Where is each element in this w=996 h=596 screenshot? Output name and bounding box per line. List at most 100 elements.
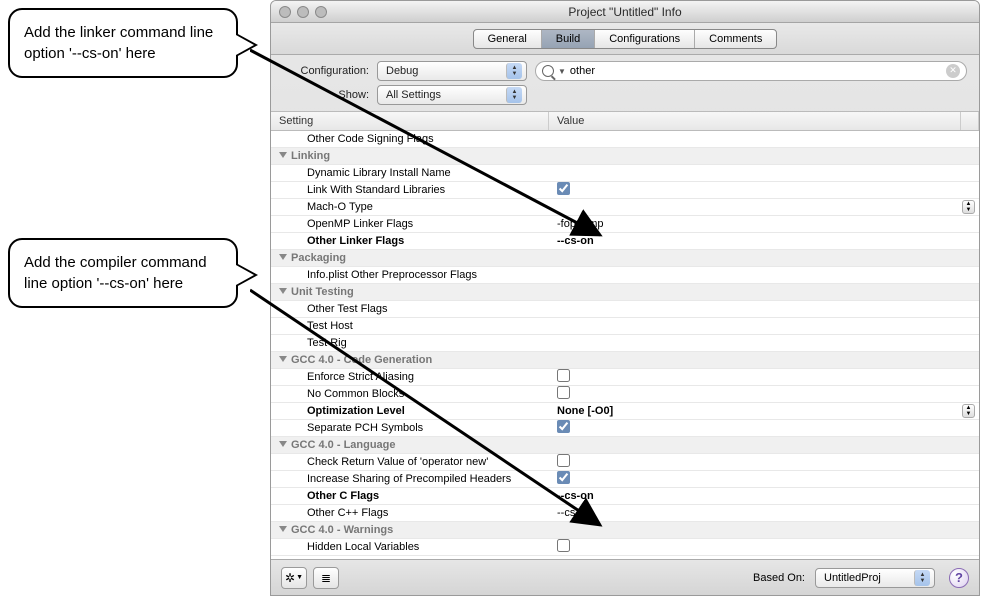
setting-row[interactable]: Other C++ Flags--cs-on [271,505,979,522]
disclosure-triangle-icon[interactable] [279,254,287,260]
setting-checkbox[interactable] [557,471,570,484]
setting-value[interactable]: --cs-on [549,233,979,249]
tab-general[interactable]: General [474,30,542,48]
setting-value[interactable] [549,165,979,181]
setting-row[interactable]: OpenMP Linker Flags-fopenmp [271,216,979,233]
zoom-icon[interactable] [315,6,327,18]
action-menu-button[interactable]: ✲▼ [281,567,307,589]
disclosure-triangle-icon[interactable] [279,152,287,158]
group-header[interactable]: Unit Testing [271,284,979,301]
setting-row[interactable]: Other C Flags--cs-on [271,488,979,505]
search-input[interactable] [570,65,942,77]
group-header-label: GCC 4.0 - Warnings [271,522,549,538]
setting-row[interactable]: Info.plist Other Preprocessor Flags [271,267,979,284]
setting-name: Test Rig [271,335,549,351]
outline-view-button[interactable]: ≣ [313,567,339,589]
setting-value[interactable] [549,267,979,283]
disclosure-triangle-icon[interactable] [279,288,287,294]
group-header-label: GCC 4.0 - Code Generation [271,352,549,368]
window-controls[interactable] [279,6,327,18]
window-title: Project "Untitled" Info [271,5,979,19]
setting-checkbox[interactable] [557,539,570,552]
group-header[interactable]: GCC 4.0 - Warnings [271,522,979,539]
setting-row[interactable]: Other Code Signing Flags [271,131,979,148]
setting-value[interactable] [549,539,979,555]
value-stepper[interactable]: ▲▼ [962,404,975,418]
show-label: Show: [283,89,369,101]
setting-value[interactable] [549,318,979,334]
setting-row[interactable]: Optimization LevelNone [-O0]▲▼ [271,403,979,420]
column-setting[interactable]: Setting [271,112,549,130]
column-scroll-gutter [961,112,979,130]
setting-name: Optimization Level [271,403,549,419]
tab-configurations[interactable]: Configurations [595,30,695,48]
setting-value[interactable] [549,386,979,402]
setting-value[interactable]: ▲▼ [549,199,979,215]
value-stepper[interactable]: ▲▼ [962,200,975,214]
project-info-window: Project "Untitled" Info General Build Co… [270,0,980,596]
setting-checkbox[interactable] [557,454,570,467]
setting-value[interactable]: -fopenmp [549,216,979,232]
setting-value[interactable] [549,131,979,147]
segmented-tabs[interactable]: General Build Configurations Comments [473,29,778,49]
based-on-select[interactable]: UntitledProj ▲▼ [815,568,935,588]
setting-value[interactable] [549,420,979,436]
clear-search-icon[interactable]: ✕ [946,64,960,78]
setting-value[interactable] [549,335,979,351]
search-dropdown-icon[interactable]: ▼ [558,67,566,76]
table-header: Setting Value [271,111,979,131]
disclosure-triangle-icon[interactable] [279,356,287,362]
setting-value[interactable]: --cs-on [549,488,979,504]
show-value: All Settings [386,89,441,101]
list-icon: ≣ [321,571,331,585]
setting-row[interactable]: Dynamic Library Install Name [271,165,979,182]
setting-name: Enforce Strict Aliasing [271,369,549,385]
setting-row[interactable]: Mach-O Type▲▼ [271,199,979,216]
minimize-icon[interactable] [297,6,309,18]
tab-build[interactable]: Build [542,30,595,48]
search-field[interactable]: ▼ ✕ [535,61,967,81]
setting-row[interactable]: Other Test Flags [271,301,979,318]
callout-linker: Add the linker command line option '--cs… [8,8,238,78]
setting-value[interactable] [549,454,979,470]
setting-value[interactable] [549,301,979,317]
setting-row[interactable]: Test Host [271,318,979,335]
tab-comments[interactable]: Comments [695,30,776,48]
callout-linker-text: Add the linker command line option '--cs… [24,24,213,62]
group-header[interactable]: GCC 4.0 - Code Generation [271,352,979,369]
setting-row[interactable]: Increase Sharing of Precompiled Headers [271,471,979,488]
setting-row[interactable]: Separate PCH Symbols [271,420,979,437]
show-select[interactable]: All Settings ▲▼ [377,85,527,105]
close-icon[interactable] [279,6,291,18]
setting-value[interactable] [549,471,979,487]
setting-row[interactable]: Link With Standard Libraries [271,182,979,199]
setting-row[interactable]: Test Rig [271,335,979,352]
setting-row[interactable]: Check Return Value of 'operator new' [271,454,979,471]
group-header[interactable]: GCC 4.0 - Language [271,437,979,454]
setting-row[interactable]: No Common Blocks [271,386,979,403]
settings-table[interactable]: Other Code Signing FlagsLinkingDynamic L… [271,131,979,561]
setting-value[interactable]: --cs-on [549,505,979,521]
titlebar[interactable]: Project "Untitled" Info [271,1,979,23]
setting-checkbox[interactable] [557,182,570,195]
disclosure-triangle-icon[interactable] [279,526,287,532]
setting-value[interactable] [549,369,979,385]
footer: ✲▼ ≣ Based On: UntitledProj ▲▼ ? [271,559,979,595]
configuration-select[interactable]: Debug ▲▼ [377,61,527,81]
disclosure-triangle-icon[interactable] [279,441,287,447]
setting-name: Dynamic Library Install Name [271,165,549,181]
setting-checkbox[interactable] [557,369,570,382]
group-header[interactable]: Linking [271,148,979,165]
group-header-label: Unit Testing [271,284,549,300]
setting-row[interactable]: Other Linker Flags--cs-on [271,233,979,250]
setting-row[interactable]: Hidden Local Variables [271,539,979,556]
setting-value[interactable]: None [-O0]▲▼ [549,403,979,419]
group-header[interactable]: Packaging [271,250,979,267]
setting-value[interactable] [549,182,979,198]
help-button[interactable]: ? [949,568,969,588]
setting-name: Other C++ Flags [271,505,549,521]
setting-checkbox[interactable] [557,420,570,433]
setting-row[interactable]: Enforce Strict Aliasing [271,369,979,386]
column-value[interactable]: Value [549,112,961,130]
setting-checkbox[interactable] [557,386,570,399]
